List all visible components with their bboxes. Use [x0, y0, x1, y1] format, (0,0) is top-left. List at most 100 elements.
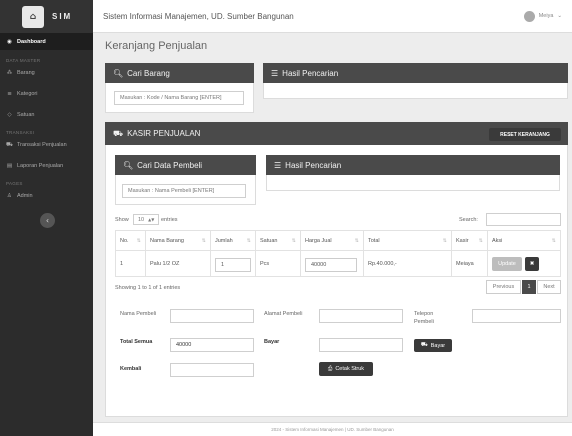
- sidebar-item-label: Admin: [17, 193, 33, 199]
- report-icon: ▤: [6, 163, 13, 169]
- alamat-pembeli-label: Alamat Pembeli: [264, 311, 303, 317]
- tag-icon: ◇: [7, 112, 12, 118]
- total-semua-input[interactable]: 40000: [170, 338, 254, 352]
- delete-button[interactable]: ✖: [525, 256, 539, 271]
- search-icon: 🔍︎: [123, 160, 134, 170]
- cell-no: 1: [115, 250, 146, 277]
- telepon-pembeli-label: Telepon Pembeli: [414, 311, 434, 325]
- sidebar-item-kategori[interactable]: ≡ Kategori: [0, 87, 93, 101]
- chevron-down-icon: ⌄: [557, 13, 562, 19]
- avatar: [523, 10, 535, 22]
- cari-barang-title: Cari Barang: [127, 68, 170, 78]
- sidebar-item-laporan-penjualan[interactable]: ▤ Laporan Penjualan: [0, 159, 93, 173]
- logo-icon: ⌂: [22, 5, 44, 28]
- hasil-pencarian-title: Hasil Pencarian: [285, 160, 342, 170]
- telepon-pembeli-input[interactable]: [472, 309, 561, 323]
- pagination-info: Showing 1 to 1 of 1 entries: [115, 285, 181, 291]
- list-icon: ≡: [7, 91, 12, 97]
- page-title: Keranjang Penjualan: [105, 40, 208, 52]
- sidebar-item-transaksi-penjualan[interactable]: ⛟ Transaksi Penjualan: [0, 138, 93, 152]
- search-label: Search:: [459, 217, 478, 223]
- entries-value: 10: [138, 216, 145, 223]
- topbar: Sistem Informasi Manajemen, UD. Sumber B…: [93, 0, 572, 33]
- user-menu[interactable]: Meiya ⌄: [523, 10, 562, 22]
- pagination-next[interactable]: Next: [537, 280, 561, 294]
- sort-icon: ⇅: [354, 237, 359, 244]
- cell-harga-jual: 40000: [300, 250, 364, 277]
- cell-total: Rp.40.000,-: [363, 250, 452, 277]
- harga-jual-input[interactable]: 40000: [305, 258, 357, 272]
- kembali-input[interactable]: [170, 363, 254, 377]
- user-icon: ♙: [7, 193, 12, 199]
- cart-icon: ⛟: [6, 141, 13, 148]
- table-row: 1 Palu 1/2 OZ 1 Pcs 40000 Rp.40.000,- Me…: [115, 250, 561, 277]
- bayar-label: Bayar: [264, 339, 280, 345]
- pagination-previous[interactable]: Previous: [486, 280, 521, 294]
- cart-table: No. ⇅ Nama Barang ⇅ Jumlah ⇅ Satuan ⇅ Harga …: [115, 230, 561, 277]
- update-button[interactable]: Update: [492, 256, 522, 271]
- sidebar-item-admin[interactable]: ♙ Admin: [0, 189, 93, 203]
- jumlah-input[interactable]: 1: [215, 258, 251, 272]
- col-header-no[interactable]: No. ⇅: [115, 230, 146, 251]
- cell-kasir: Meiaya: [451, 250, 488, 277]
- sort-icon: ⇅: [478, 237, 483, 244]
- bayar-button[interactable]: ⛟ Bayar: [414, 339, 452, 352]
- sidebar-section-pages: PAGES: [6, 181, 23, 186]
- hasil-pencarian-header-1: ☰ Hasil Pencarian: [263, 63, 568, 83]
- table-search-input[interactable]: [486, 213, 561, 226]
- sort-icon: ⇅: [551, 237, 556, 244]
- sidebar-item-barang[interactable]: ⁂ Barang: [0, 66, 93, 80]
- sidebar-item-label: Laporan Penjualan: [17, 163, 64, 169]
- sidebar-toggle-button[interactable]: ‹: [40, 213, 55, 228]
- cart-icon: ⛟: [420, 342, 428, 348]
- sidebar-item-satuan[interactable]: ◇ Satuan: [0, 108, 93, 122]
- col-header-jumlah[interactable]: Jumlah ⇅: [210, 230, 256, 251]
- app-logo[interactable]: ⌂ SIM: [0, 0, 93, 33]
- user-name: Meiya: [538, 13, 554, 19]
- hasil-pencarian-title: Hasil Pencarian: [282, 68, 339, 78]
- footer: 2024 - Sistem Informasi Manajemen | UD. …: [93, 422, 572, 436]
- cari-pembeli-title: Cari Data Pembeli: [137, 160, 203, 170]
- entries-select[interactable]: 10 ▲▼: [133, 214, 159, 225]
- dashboard-icon: ◉: [7, 38, 12, 45]
- cart-icon: ⛟: [113, 128, 124, 138]
- col-header-nama-barang[interactable]: Nama Barang ⇅: [145, 230, 211, 251]
- nama-pembeli-label: Nama Pembeli: [120, 311, 157, 317]
- alamat-pembeli-input[interactable]: [319, 309, 403, 323]
- table-header-row: No. ⇅ Nama Barang ⇅ Jumlah ⇅ Satuan ⇅ Harga …: [115, 230, 561, 251]
- sidebar-item-label: Satuan: [17, 112, 35, 118]
- cari-barang-header: 🔍︎ Cari Barang: [105, 63, 254, 83]
- col-header-kasir[interactable]: Kasir ⇅: [451, 230, 488, 251]
- total-semua-label: Total Semua: [120, 339, 153, 345]
- kasir-title: KASIR PENJUALAN: [127, 129, 201, 138]
- list-icon: ☰: [271, 68, 279, 78]
- reset-keranjang-button[interactable]: RESET KERANJANG: [489, 128, 561, 141]
- cetak-struk-button[interactable]: ⎙ Cetak Struk: [319, 362, 373, 376]
- cari-pembeli-header: 🔍︎ Cari Data Pembeli: [115, 155, 256, 175]
- sort-icon: ⇅: [442, 237, 447, 244]
- entries-label: entries: [161, 217, 178, 223]
- bayar-input[interactable]: [319, 338, 403, 352]
- cari-pembeli-input[interactable]: Masukan : Nama Pembeli [ENTER]: [122, 184, 246, 198]
- pagination-page-1[interactable]: 1: [522, 280, 536, 294]
- sidebar-item-label: Transaksi Penjualan: [17, 142, 67, 148]
- cari-barang-input[interactable]: Masukan : Kode / Nama Barang [ENTER]: [114, 91, 244, 105]
- sidebar-item-label: Dashboard: [17, 38, 46, 45]
- kembali-label: Kembali: [120, 366, 142, 372]
- col-header-total[interactable]: Total ⇅: [363, 230, 452, 251]
- col-header-aksi[interactable]: Aksi ⇅: [487, 230, 561, 251]
- sort-icon: ⇅: [246, 237, 251, 244]
- sort-icon: ⇅: [291, 237, 296, 244]
- sidebar-item-dashboard[interactable]: ◉ Dashboard: [0, 33, 93, 50]
- chevron-down-icon: ▲▼: [148, 217, 155, 222]
- sort-icon: ⇅: [201, 237, 206, 244]
- col-header-satuan[interactable]: Satuan ⇅: [255, 230, 301, 251]
- nama-pembeli-input[interactable]: [170, 309, 254, 323]
- logo-text: SIM: [52, 12, 73, 21]
- cell-nama-barang: Palu 1/2 OZ: [145, 250, 211, 277]
- app-title: Sistem Informasi Manajemen, UD. Sumber B…: [103, 11, 294, 21]
- col-header-harga-jual[interactable]: Harga Jual ⇅: [300, 230, 364, 251]
- sidebar-section-transaksi: TRANSAKSI: [6, 130, 35, 135]
- cell-aksi: Update ✖: [487, 250, 561, 277]
- sidebar-item-label: Barang: [17, 70, 35, 76]
